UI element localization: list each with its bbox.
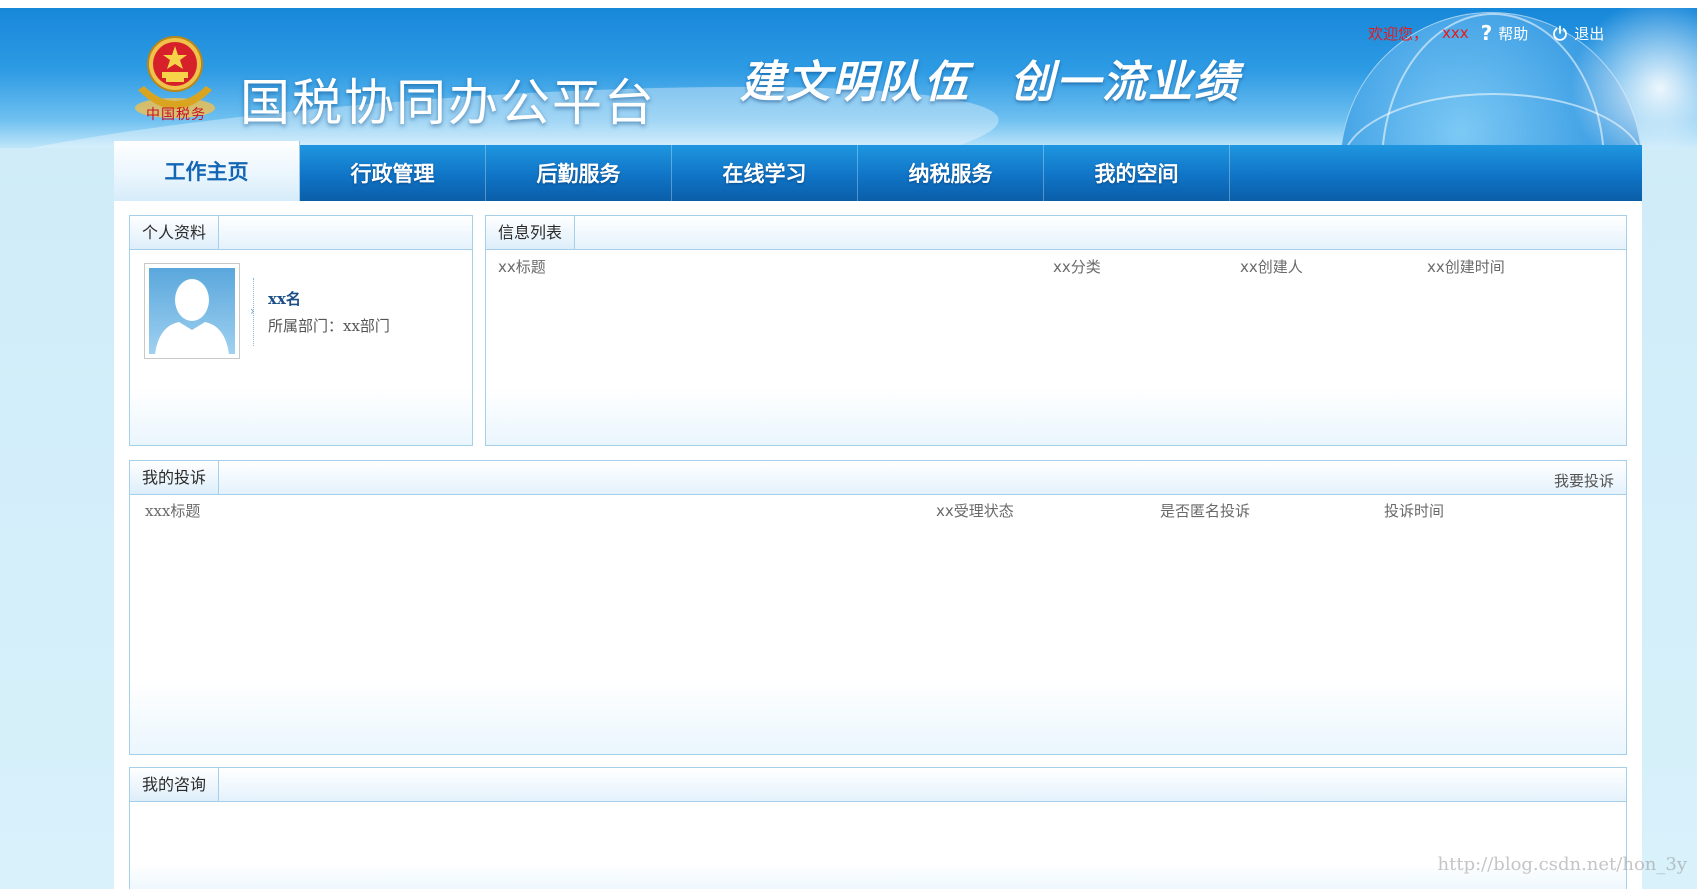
user-bar: 欢迎您， xxx ? 帮助 退出 [1368, 21, 1604, 45]
column-header: xx创建时间 [1427, 258, 1505, 276]
slogan: 建文明队伍 创一流业绩 [740, 46, 1240, 110]
nav-item-admin[interactable]: 行政管理 [300, 145, 486, 201]
main-nav: 工作主页 行政管理 后勤服务 在线学习 纳税服务 我的空间 [114, 141, 1642, 202]
file-complaint-link[interactable]: 我要投诉 [1554, 470, 1614, 491]
slogan-right: 创一流业绩 [1010, 57, 1240, 108]
power-icon [1553, 25, 1568, 41]
complaint-panel: 我的投诉 我要投诉 xxx标题 xx受理状态 是否匿名投诉 投诉时间 [129, 460, 1627, 755]
nav-item-logistics[interactable]: 后勤服务 [486, 145, 672, 201]
nav-item-my-space[interactable]: 我的空间 [1044, 145, 1230, 201]
slogan-left: 建文明队伍 [740, 57, 970, 108]
profile-panel: 个人资料 › xx名 所属部门：xx部门 [129, 215, 473, 446]
header-banner: 中国税务 国税协同办公平台 建文明队伍 创一流业绩 欢迎您， xxx ? 帮助 退… [0, 8, 1697, 148]
help-link[interactable]: ? 帮助 [1481, 21, 1529, 45]
user-silhouette-icon [155, 279, 229, 354]
nav-item-home[interactable]: 工作主页 [114, 141, 300, 201]
content-area: 个人资料 › xx名 所属部门：xx部门 信息列表 xx标题 xx分类 xx创建… [114, 201, 1642, 889]
emblem-caption: 中国税务 [146, 107, 206, 123]
info-panel-title: 信息列表 [486, 216, 576, 249]
consult-panel-title: 我的咨询 [130, 768, 220, 801]
column-header: 是否匿名投诉 [1160, 502, 1251, 520]
logout-link[interactable]: 退出 [1552, 23, 1604, 44]
avatar-frame [144, 263, 240, 359]
profile-department: 所属部门：xx部门 [268, 317, 390, 335]
column-header: xx标题 [498, 258, 546, 276]
chevron-right-icon: › [250, 304, 255, 318]
column-header: xxx标题 [145, 502, 201, 520]
system-title: 国税协同办公平台 [240, 75, 656, 131]
page: 中国税务 国税协同办公平台 建文明队伍 创一流业绩 欢迎您， xxx ? 帮助 退… [0, 0, 1697, 889]
help-icon: ? [1480, 21, 1493, 45]
logout-label: 退出 [1574, 24, 1605, 43]
consult-panel: 我的咨询 [129, 767, 1627, 889]
panel-header: 我的咨询 [130, 768, 1626, 802]
help-label: 帮助 [1498, 24, 1529, 43]
nav-item-learning[interactable]: 在线学习 [672, 145, 858, 201]
info-list-panel: 信息列表 xx标题 xx分类 xx创建人 xx创建时间 [485, 215, 1627, 446]
nav-item-tax-service[interactable]: 纳税服务 [858, 145, 1044, 201]
watermark: http://blog.csdn.net/hon_3y [1437, 854, 1687, 875]
profile-panel-title: 个人资料 [130, 216, 220, 249]
panel-header: 个人资料 [130, 216, 472, 250]
top-border [0, 0, 1697, 8]
avatar [149, 268, 235, 354]
column-header: xx创建人 [1240, 258, 1303, 276]
complaint-panel-title: 我的投诉 [130, 461, 220, 494]
username: xxx [1442, 24, 1469, 42]
column-header: xx受理状态 [936, 502, 1014, 520]
panel-header: 我的投诉 我要投诉 [130, 461, 1626, 495]
welcome-text: 欢迎您， [1368, 24, 1429, 43]
column-header: xx分类 [1053, 258, 1101, 276]
profile-name: xx名 [268, 290, 301, 308]
column-header: 投诉时间 [1384, 502, 1445, 520]
panel-header: 信息列表 [486, 216, 1626, 250]
